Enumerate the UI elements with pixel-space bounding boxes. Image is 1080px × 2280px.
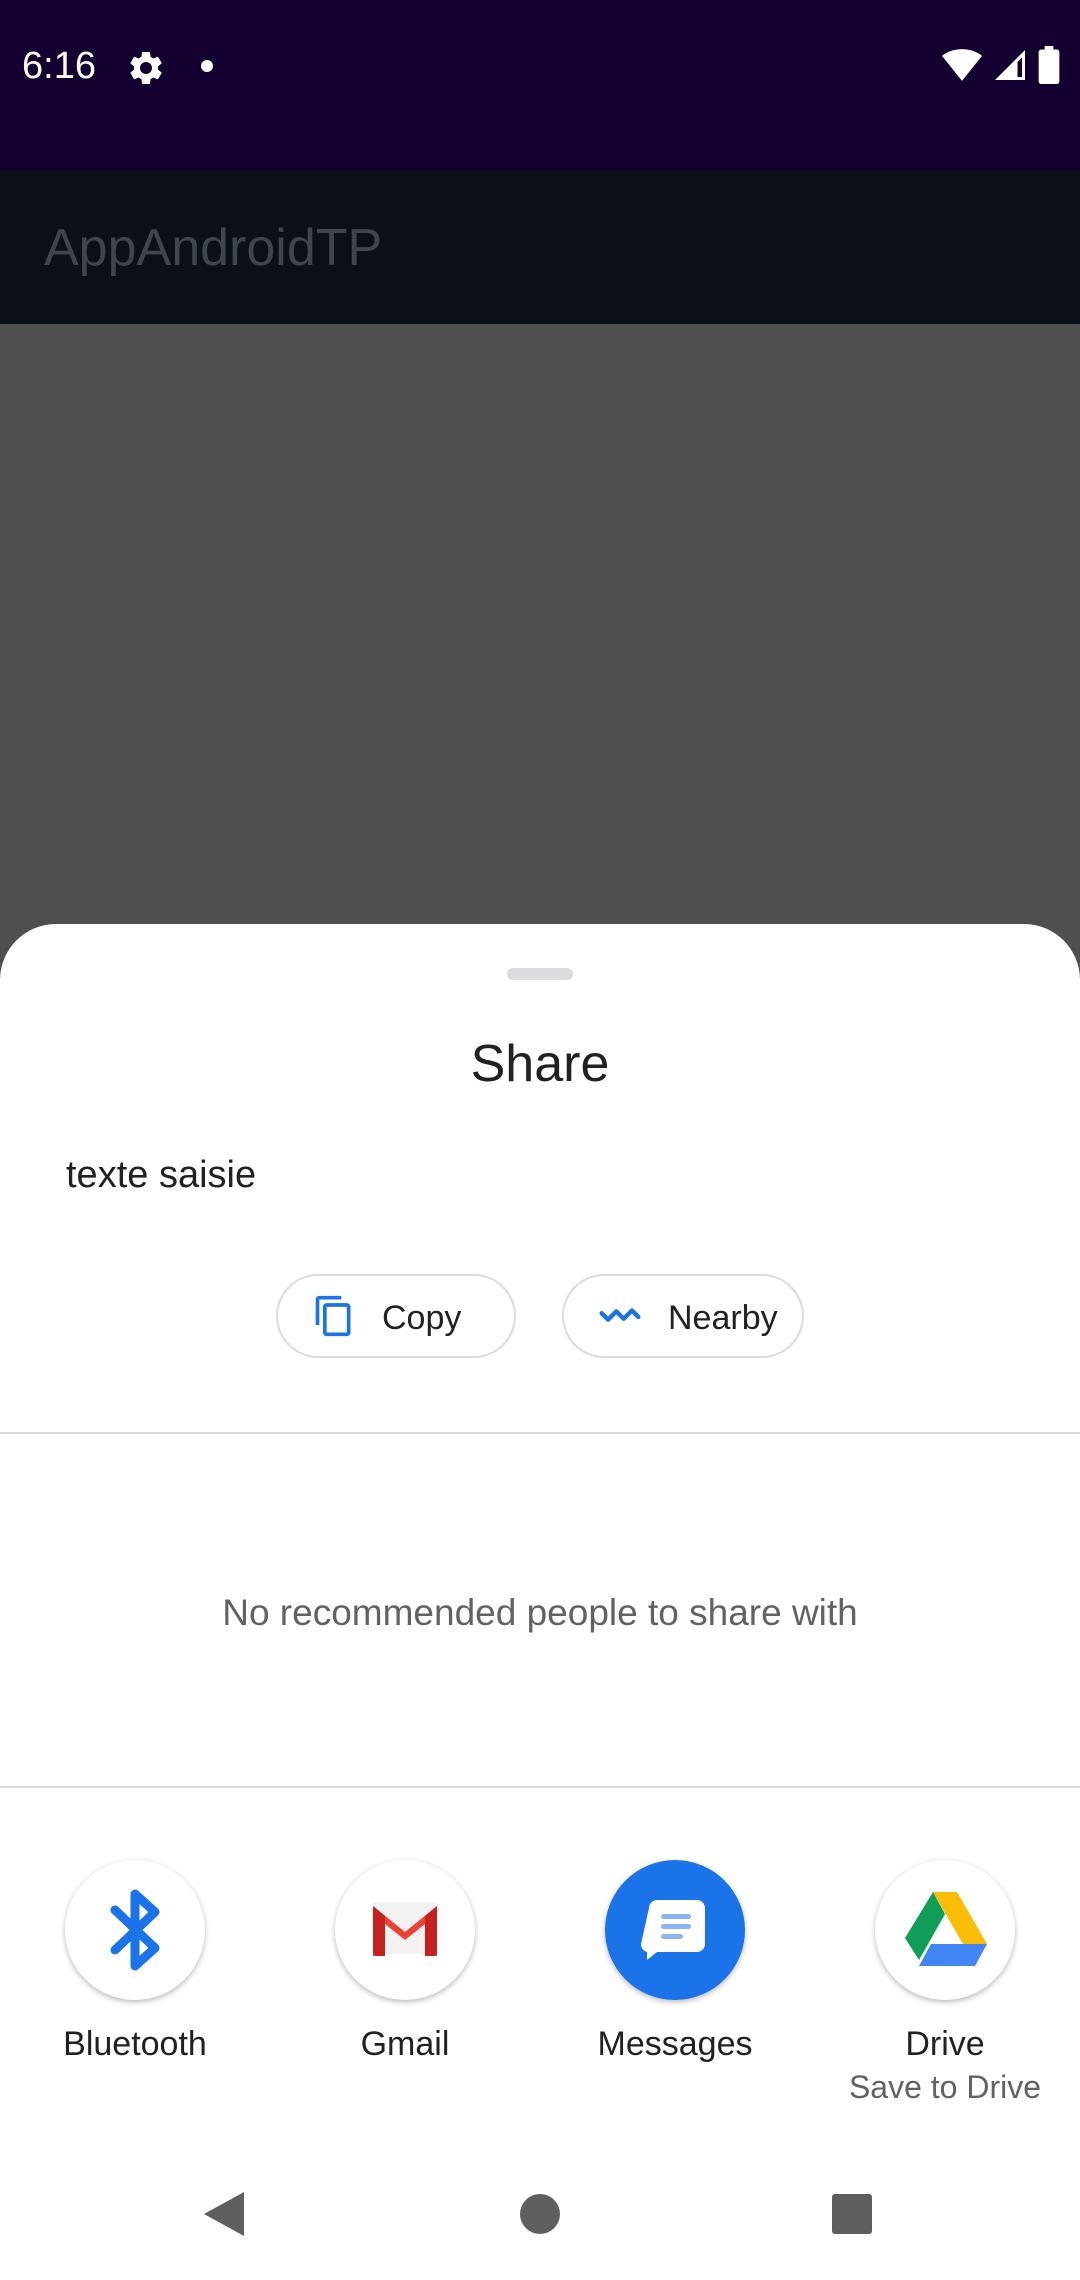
- battery-icon: [1038, 46, 1060, 84]
- copy-button[interactable]: Copy: [276, 1274, 516, 1358]
- share-target-label: Bluetooth: [63, 2025, 207, 2063]
- nearby-icon: [599, 1308, 641, 1322]
- home-icon[interactable]: [512, 2186, 568, 2242]
- drag-handle[interactable]: [507, 968, 573, 980]
- notification-dot-icon: [201, 60, 213, 72]
- cell-signal-icon: [995, 50, 1025, 80]
- scrim[interactable]: [0, 324, 1080, 924]
- copy-label: Copy: [382, 1299, 462, 1337]
- divider: [0, 1786, 1080, 1788]
- drive-icon: [875, 1860, 1015, 2000]
- messages-icon: [605, 1860, 745, 2000]
- copy-icon: [315, 1295, 351, 1337]
- divider: [0, 1432, 1080, 1434]
- status-icons: [942, 46, 1060, 84]
- status-time: 6:16: [22, 45, 96, 87]
- share-target-label: Gmail: [360, 2025, 450, 2063]
- nearby-label: Nearby: [668, 1299, 778, 1337]
- back-icon[interactable]: [198, 2186, 254, 2242]
- no-recommendations-message: No recommended people to share with: [222, 1592, 858, 1633]
- share-target-subtitle: Save to Drive: [848, 2069, 1042, 2105]
- wifi-icon: [942, 49, 982, 81]
- bluetooth-icon: [65, 1860, 205, 2000]
- status-bar: 6:16: [0, 0, 1080, 170]
- navigation-bar: [0, 2148, 1080, 2280]
- share-target-label: Drive: [905, 2025, 985, 2063]
- recents-icon[interactable]: [824, 2186, 880, 2242]
- share-sheet-title: Share: [470, 1035, 610, 1093]
- gmail-icon: [335, 1860, 475, 2000]
- share-target-label: Messages: [597, 2025, 753, 2063]
- app-title: AppAndroidTP: [44, 219, 383, 277]
- app-bar: AppAndroidTP: [0, 170, 1080, 324]
- shared-text-preview: texte saisie: [66, 1154, 257, 1196]
- nearby-button[interactable]: Nearby: [562, 1274, 804, 1358]
- gear-icon: [130, 51, 162, 84]
- share-sheet: Share texte saisie Copy Nearby No recomm…: [0, 924, 1080, 2280]
